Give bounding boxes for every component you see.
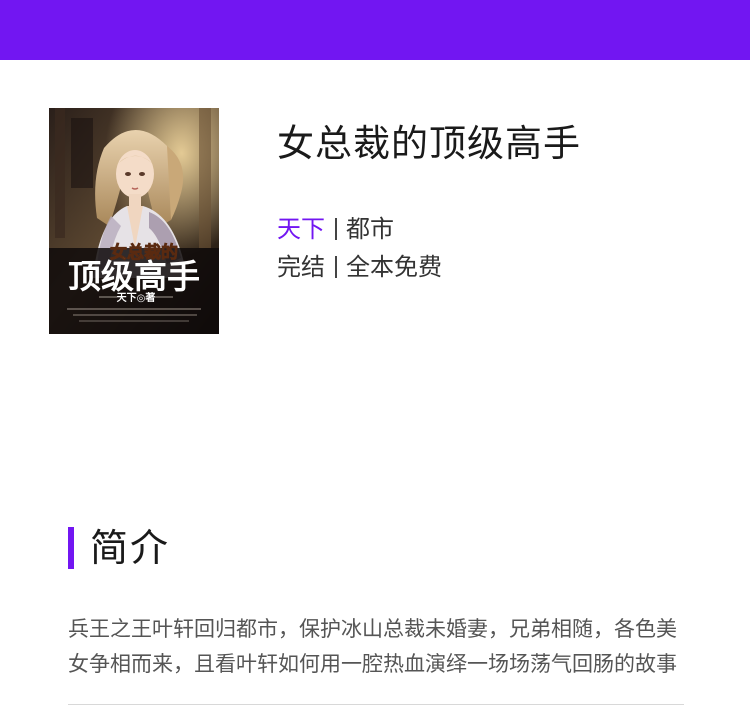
book-cover-image[interactable]: 女总裁的 顶级高手 天下◎著 [49,108,219,334]
intro-heading: 简介 [90,526,171,570]
section-accent-bar [68,527,74,569]
book-price-tag: 全本免费 [346,253,442,281]
top-header-bar [0,0,750,60]
cover-author-credit: 天下◎著 [117,291,156,304]
book-status-row: 完结 全本免费 [277,251,442,283]
meta-separator [335,218,337,240]
intro-text: 兵王之王叶轩回归都市，保护冰山总裁未婚妻，兄弟相随，各色美女争相而来，且看叶轩如… [68,617,677,676]
divider [68,704,684,705]
cover-illustration: 女总裁的 顶级高手 天下◎著 [49,108,219,334]
book-status: 完结 [277,253,325,281]
book-category: 都市 [346,215,394,243]
meta-separator [335,256,337,278]
book-author-category-row: 天下 都市 [277,213,394,245]
author-link[interactable]: 天下 [277,215,325,243]
cover-title-large: 顶级高手 [68,257,200,296]
book-title: 女总裁的顶级高手 [277,122,581,165]
